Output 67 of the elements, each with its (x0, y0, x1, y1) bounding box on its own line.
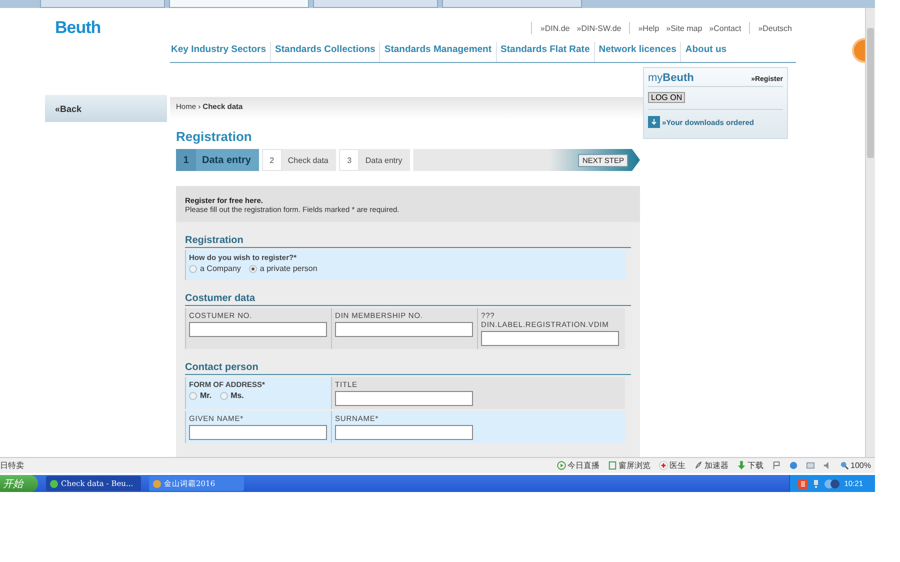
top-link[interactable]: »DIN-SW.de (576, 24, 622, 32)
play-icon (556, 461, 566, 470)
radio-button[interactable] (248, 264, 257, 272)
app-icon (50, 480, 58, 488)
input-field[interactable] (335, 425, 473, 440)
radio-button[interactable] (189, 392, 197, 400)
screen-icon (608, 461, 617, 470)
status-item[interactable]: 医生 (658, 460, 686, 471)
step-number: 2 (262, 149, 282, 171)
scrollbar[interactable] (865, 8, 875, 457)
browser-tab[interactable] (169, 0, 309, 8)
nav-item[interactable]: Key Industry Sectors (170, 42, 270, 62)
page-heading: Registration (176, 129, 253, 144)
zoom-level[interactable]: 100% (840, 461, 871, 470)
rocket-icon (694, 461, 703, 470)
window-icon (806, 461, 815, 470)
input-field[interactable] (335, 322, 473, 337)
nav-item[interactable]: Network licences (594, 42, 680, 62)
radio-button[interactable] (189, 264, 197, 272)
step-number: 1 (176, 149, 196, 171)
section-title: Contact person (185, 362, 631, 375)
status-text[interactable]: 日特卖 (0, 460, 24, 471)
network-icon (812, 478, 820, 488)
status-item[interactable]: 下载 (736, 460, 764, 471)
magnifier-icon (840, 461, 849, 470)
input-field[interactable] (335, 391, 473, 406)
section-title: Registration (185, 235, 631, 248)
step-tab[interactable]: Data entry (359, 149, 410, 171)
input-method-icon (798, 478, 808, 488)
plus-icon (658, 461, 668, 470)
download-arrow-icon (736, 461, 746, 470)
nav-item[interactable]: Standards Management (379, 42, 496, 62)
mybeuth-title: myBeuth (648, 72, 694, 84)
input-field[interactable] (189, 425, 327, 440)
radio-option[interactable]: a private person (248, 264, 318, 273)
nav-item[interactable]: Standards Collections (270, 42, 380, 62)
globe-icon (788, 461, 798, 470)
tray-app-icon (824, 478, 840, 488)
status-item[interactable]: 今日直播 (556, 460, 600, 471)
top-link[interactable]: »DIN.de (540, 24, 570, 32)
radio-option[interactable]: a Company (189, 264, 241, 273)
step-tab[interactable]: Data entry (196, 149, 259, 171)
download-icon (648, 116, 660, 128)
browser-tab[interactable] (313, 0, 438, 8)
browser-tab[interactable] (442, 0, 582, 8)
log-on-button[interactable]: LOG ON (648, 92, 686, 103)
step-tab[interactable]: Check data (282, 149, 336, 171)
top-link[interactable]: »Site map (666, 24, 702, 32)
status-item[interactable]: 窗屏浏览 (608, 460, 651, 471)
browser-tab[interactable] (40, 0, 165, 8)
app-icon (153, 480, 161, 488)
flag-icon (772, 461, 781, 470)
nav-item[interactable]: About us (680, 42, 731, 62)
back-button[interactable]: «Back (45, 95, 167, 122)
top-link[interactable]: »Contact (709, 24, 742, 32)
radio-option[interactable]: Mr. (189, 391, 212, 400)
step-number: 3 (339, 149, 360, 171)
input-field[interactable] (189, 322, 327, 337)
top-link[interactable]: »Help (638, 24, 660, 32)
radio-option[interactable]: Ms. (220, 391, 244, 400)
input-field[interactable] (481, 331, 619, 346)
status-item[interactable]: 加速器 (694, 460, 729, 471)
radio-button[interactable] (220, 392, 228, 400)
nav-item[interactable]: Standards Flat Rate (496, 42, 594, 62)
logo[interactable]: Beuth (45, 8, 167, 63)
top-link[interactable]: »Deutsch (758, 24, 792, 32)
section-title: Costumer data (185, 293, 631, 306)
